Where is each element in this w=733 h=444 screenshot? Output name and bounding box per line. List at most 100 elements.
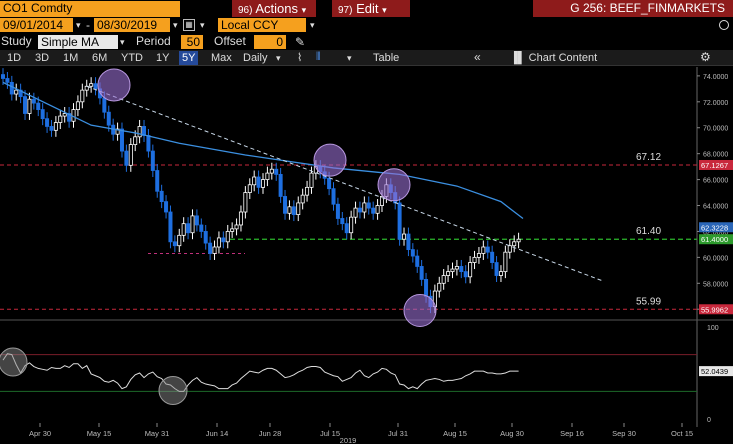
- candle-body: [327, 177, 332, 190]
- candle-body: [155, 170, 160, 192]
- candle-body: [516, 238, 521, 243]
- candle-body: [177, 234, 182, 247]
- x-tick-label: Aug 30: [500, 429, 524, 438]
- candle-body: [283, 196, 288, 214]
- candle-body: [212, 246, 217, 254]
- down-arrow-icon[interactable]: ▾: [310, 20, 315, 31]
- y-tick-label: 58.0000: [703, 281, 728, 288]
- candle-body: [62, 113, 67, 117]
- highlight-circle: [313, 143, 347, 177]
- end-date-field[interactable]: 08/30/2019: [94, 18, 170, 32]
- down-arrow-icon[interactable]: ▾: [173, 20, 178, 31]
- offset-input[interactable]: 0: [254, 35, 286, 49]
- x-tick-label: Jul 15: [320, 429, 340, 438]
- candle-body: [36, 102, 41, 110]
- edit-menu-button[interactable]: 97) Edit ▾: [332, 0, 410, 17]
- candle-body: [137, 126, 142, 138]
- candle-body: [335, 203, 340, 219]
- candle-body: [40, 109, 45, 120]
- level-label: 61.40: [636, 226, 661, 237]
- candle-body: [291, 206, 296, 215]
- candle-body: [159, 190, 164, 203]
- study-select[interactable]: Simple MA: [38, 35, 118, 49]
- candle-body: [45, 118, 50, 127]
- down-arrow-icon[interactable]: ▾: [276, 53, 281, 64]
- candle-body: [133, 136, 138, 145]
- frequency-select[interactable]: Daily: [240, 51, 270, 65]
- down-arrow-icon[interactable]: ▾: [347, 53, 352, 64]
- down-arrow-icon[interactable]: ▾: [200, 20, 205, 31]
- candle-body: [53, 122, 58, 131]
- candle-body: [402, 233, 407, 240]
- candle-body: [366, 202, 371, 209]
- bar-chart-icon[interactable]: ⫴: [316, 51, 321, 64]
- study-bar: Study Simple MA ▾ Period 50 Offset 0 ✎: [0, 34, 733, 50]
- period-1m-button[interactable]: 1M: [60, 51, 81, 65]
- candle-body: [190, 215, 195, 234]
- chart-content-button[interactable]: ▐▌ Chart Content: [510, 51, 597, 65]
- candle-body: [300, 194, 305, 204]
- period-ytd-button[interactable]: YTD: [118, 51, 146, 65]
- down-arrow-icon: ▾: [301, 5, 307, 15]
- price-chart[interactable]: 67.12 61.40 55.99 74.0000 72.0000 70.0000 68.…: [0, 67, 733, 444]
- candle-body: [265, 172, 270, 180]
- period-input[interactable]: 50: [181, 35, 203, 49]
- highlight-circle: [158, 375, 188, 405]
- x-tick-label: May 15: [87, 429, 112, 438]
- range-dash: -: [86, 18, 90, 32]
- actions-menu-button[interactable]: 96) Actions ▾: [232, 0, 316, 17]
- candle-body: [397, 202, 402, 240]
- candle-body: [199, 224, 204, 232]
- period-1d-button[interactable]: 1D: [4, 51, 24, 65]
- period-1y-button[interactable]: 1Y: [153, 51, 172, 65]
- period-6m-button[interactable]: 6M: [89, 51, 110, 65]
- price-flag-label: 62.3228: [701, 223, 728, 232]
- down-arrow-icon[interactable]: ▾: [76, 20, 81, 31]
- period-5y-button[interactable]: 5Y: [179, 51, 199, 65]
- candle-body: [168, 211, 173, 243]
- collapse-icon[interactable]: «: [474, 50, 481, 64]
- price-flag-label: 61.4000: [701, 235, 728, 244]
- candle-body: [269, 168, 274, 174]
- price-flag: 61.4000: [699, 234, 733, 245]
- period-max-button[interactable]: Max: [208, 51, 235, 65]
- calendar-icon[interactable]: ▦: [183, 19, 195, 31]
- period-3d-button[interactable]: 3D: [32, 51, 52, 65]
- candle-body: [450, 268, 455, 273]
- oscillator-panel: 10050052.0439: [0, 325, 733, 424]
- search-icon[interactable]: [719, 20, 729, 30]
- date-axis: Apr 30 May 15 May 31 Jun 14 Jun 28 Jul 15 Jul …: [29, 423, 693, 444]
- start-date-field[interactable]: 09/01/2014: [0, 18, 73, 32]
- candle-body: [305, 186, 310, 196]
- candle-body: [309, 172, 314, 188]
- candle-body: [437, 282, 442, 292]
- candle-body: [243, 192, 248, 213]
- candle-body: [476, 253, 481, 258]
- table-button[interactable]: Table: [370, 51, 402, 65]
- candle-body: [441, 275, 446, 284]
- ticker-field[interactable]: CO1 Comdty: [0, 1, 180, 17]
- pencil-icon[interactable]: ✎: [295, 35, 305, 49]
- x-tick-label: Oct 15: [671, 429, 693, 438]
- candle-body: [102, 97, 107, 113]
- candle-body: [186, 223, 191, 234]
- candle-body: [5, 78, 10, 83]
- currency-select[interactable]: Local CCY: [218, 18, 306, 32]
- line-chart-icon[interactable]: ⌇: [297, 51, 302, 64]
- candle-body: [454, 266, 459, 270]
- x-tick-label: Jun 14: [206, 429, 229, 438]
- candle-body: [80, 89, 85, 103]
- candle-body: [485, 246, 490, 253]
- highlight-circle: [97, 68, 131, 102]
- actions-label: Actions: [255, 1, 298, 16]
- candle-body: [331, 188, 336, 205]
- actions-num: 96): [238, 5, 253, 16]
- candle-body: [225, 231, 230, 243]
- y-tick-label: 64.0000: [703, 204, 728, 211]
- down-arrow-icon[interactable]: ▾: [120, 37, 125, 48]
- candle-body: [498, 271, 503, 276]
- period-label: Period: [136, 34, 171, 48]
- gear-icon[interactable]: ⚙: [700, 50, 711, 64]
- candle-body: [494, 262, 499, 276]
- y-tick-label: 72.0000: [703, 100, 728, 107]
